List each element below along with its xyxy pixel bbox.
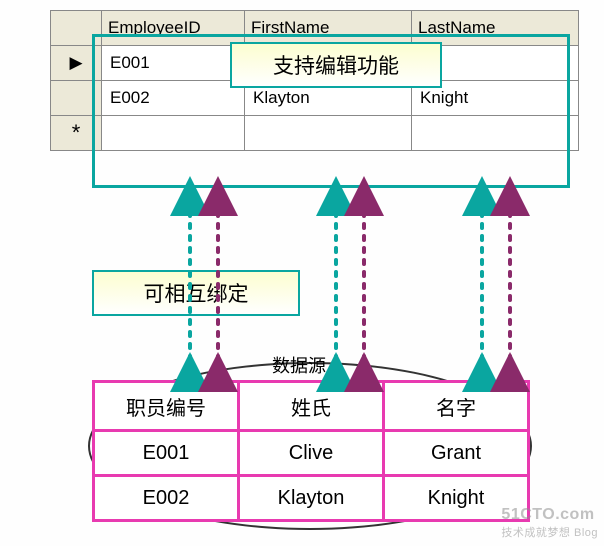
grid-header-lastname[interactable]: LastName xyxy=(412,11,579,46)
grid-cell[interactable]: E002 xyxy=(102,81,245,116)
watermark-line2: 技术成就梦想 Blog xyxy=(501,524,598,540)
callout-edit-support: 支持编辑功能 xyxy=(230,42,442,88)
callout-mutual-binding: 可相互绑定 xyxy=(92,270,300,316)
grid-cell-new[interactable] xyxy=(412,116,579,151)
row-marker-new-icon: * xyxy=(51,116,102,151)
datasource-table-wrap: 职员编号 姓氏 名字 E001 Clive Grant E002 Klayton… xyxy=(92,380,530,522)
watermark-line1: 51CTO.com xyxy=(501,506,594,523)
row-marker-current-icon: ▶ xyxy=(51,46,102,81)
ds-cell: E001 xyxy=(94,431,239,476)
ds-header-employeeid: 职员编号 xyxy=(94,382,239,431)
grid-header-employeeid[interactable]: EmployeeID xyxy=(102,11,245,46)
watermark: 51CTO.com 技术成就梦想 Blog xyxy=(501,506,598,540)
datasource-table: 职员编号 姓氏 名字 E001 Clive Grant E002 Klayton… xyxy=(92,380,530,522)
ds-header-givenname: 名字 xyxy=(384,382,529,431)
ds-header-surname: 姓氏 xyxy=(239,382,384,431)
grid-corner xyxy=(51,11,102,46)
ds-cell: Clive xyxy=(239,431,384,476)
grid-header-firstname[interactable]: FirstName xyxy=(245,11,412,46)
ds-cell: Grant xyxy=(384,431,529,476)
grid-cell-new[interactable] xyxy=(102,116,245,151)
row-marker xyxy=(51,81,102,116)
grid-cell-new[interactable] xyxy=(245,116,412,151)
datasource-label: 数据源 xyxy=(272,352,326,378)
grid-cell[interactable]: E001 xyxy=(102,46,245,81)
ds-cell: Klayton xyxy=(239,476,384,521)
ds-cell: E002 xyxy=(94,476,239,521)
